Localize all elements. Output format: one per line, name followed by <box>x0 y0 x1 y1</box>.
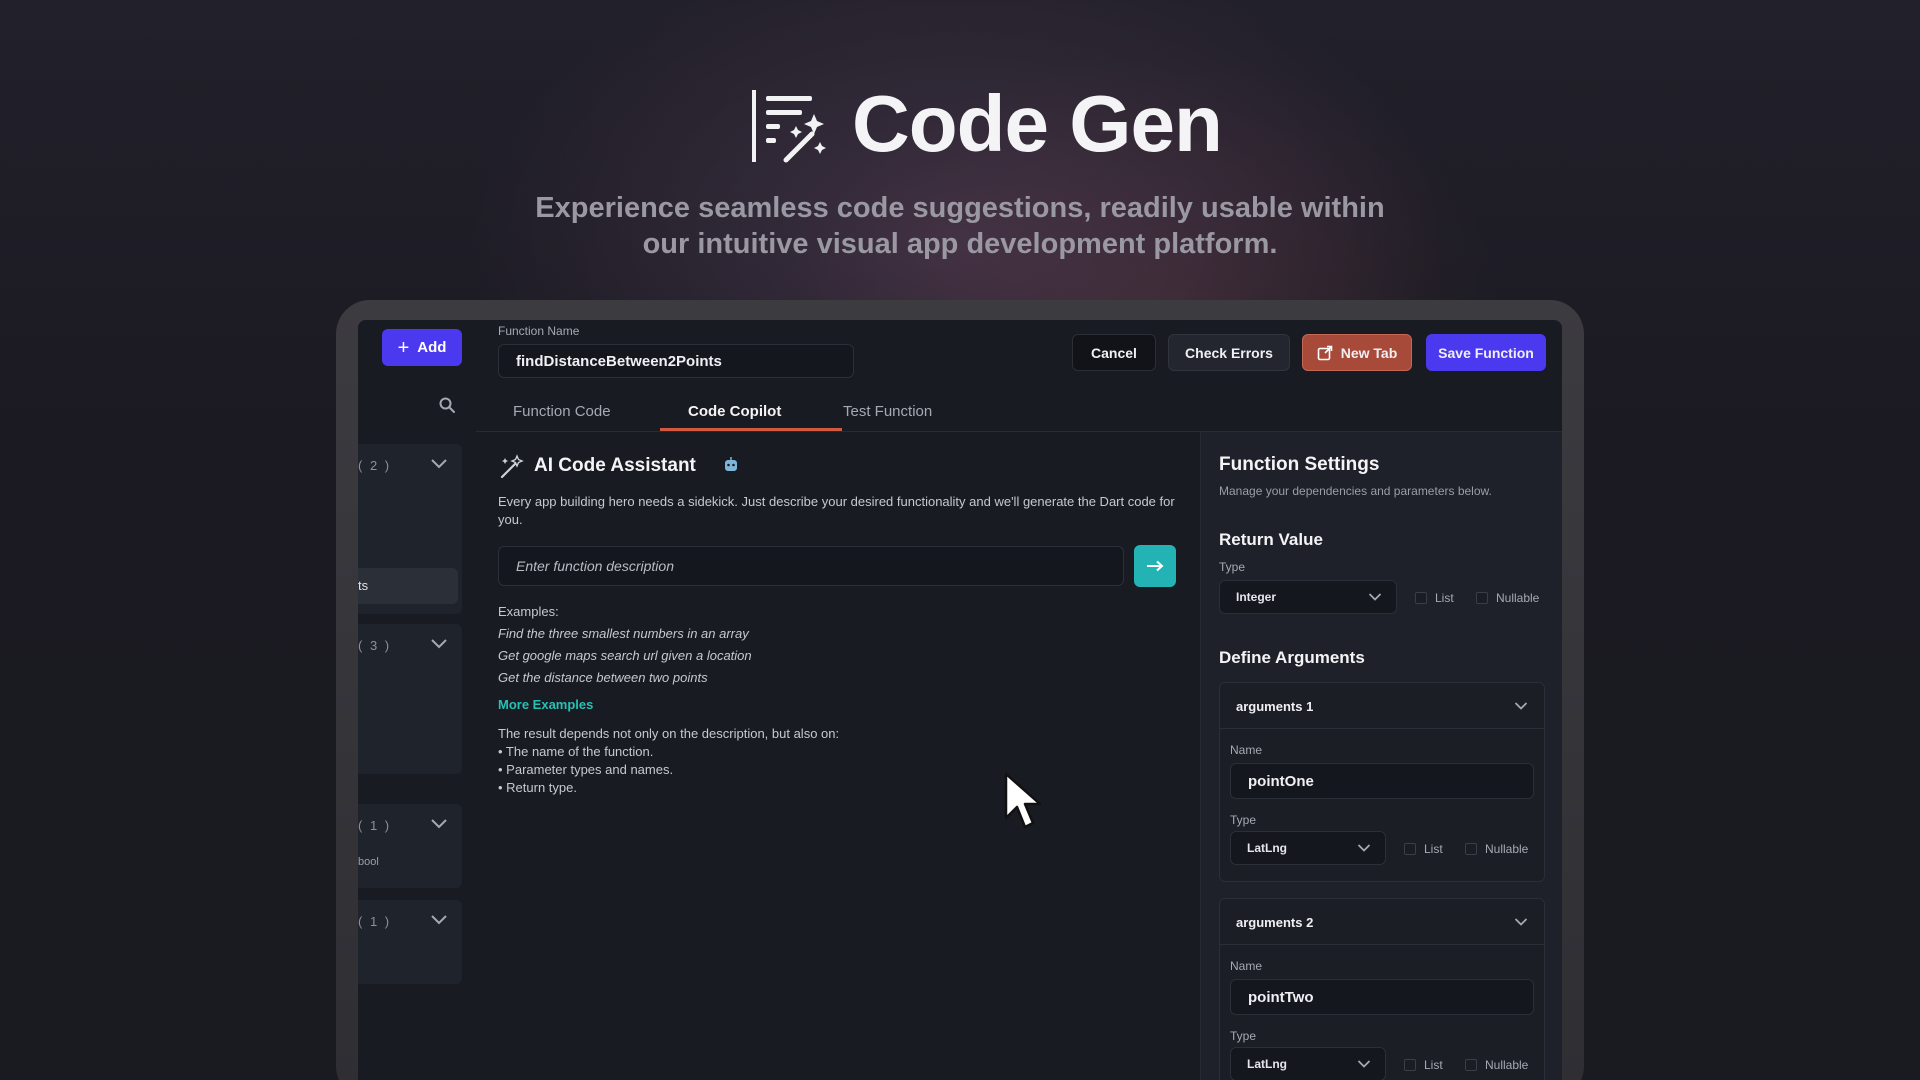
return-nullable-label: Nullable <box>1496 591 1540 605</box>
chevron-down-icon[interactable] <box>430 458 448 470</box>
return-nullable-checkbox[interactable] <box>1476 592 1488 604</box>
assistant-description: Every app building hero needs a sidekick… <box>498 494 1175 527</box>
plus-icon: + <box>397 336 410 359</box>
argument-header[interactable]: arguments 2 <box>1220 899 1544 945</box>
argument-type-select[interactable]: LatLng <box>1230 831 1386 865</box>
argument-card-1: arguments 1 Name pointOne Type LatLng Li… <box>1219 682 1545 882</box>
return-type-value: Integer <box>1236 590 1277 604</box>
arrow-right-icon <box>1147 560 1164 572</box>
assistant-title: AI Code Assistant <box>534 455 696 476</box>
argument-type-value: LatLng <box>1247 1057 1287 1071</box>
argument-header-label: arguments 2 <box>1236 915 1314 930</box>
example-item[interactable]: Find the three smallest numbers in an ar… <box>498 626 749 641</box>
argument-name-label: Name <box>1230 743 1263 757</box>
chevron-down-icon <box>1357 1060 1371 1068</box>
magic-wand-icon <box>500 454 524 479</box>
group-count: ( 1 ) <box>358 818 392 833</box>
code-gen-logo-icon <box>752 90 826 163</box>
argument-type-select[interactable]: LatLng <box>1230 1047 1386 1080</box>
result-note-item: • Return type. <box>498 780 577 795</box>
more-examples-link[interactable]: More Examples <box>498 697 593 712</box>
sidebar-group-4[interactable]: ( 1 ) <box>358 900 462 984</box>
chevron-down-icon[interactable] <box>1514 917 1528 927</box>
robot-icon <box>725 457 737 471</box>
new-tab-button[interactable]: New Tab <box>1302 334 1412 371</box>
add-button[interactable]: + Add <box>382 329 462 366</box>
check-errors-button[interactable]: Check Errors <box>1168 334 1290 371</box>
new-tab-label: New Tab <box>1340 344 1398 361</box>
result-note: The result depends not only on the descr… <box>498 725 839 797</box>
argument-list-checkbox[interactable] <box>1404 1059 1416 1071</box>
argument-list-label: List <box>1424 1058 1443 1072</box>
settings-title: Function Settings <box>1219 454 1380 475</box>
result-note-item: • Parameter types and names. <box>498 762 674 777</box>
example-item[interactable]: Get the distance between two points <box>498 670 708 685</box>
return-type-select[interactable]: Integer <box>1219 580 1397 614</box>
argument-card-2: arguments 2 Name pointTwo Type LatLng Li… <box>1219 898 1545 1080</box>
active-tab-indicator <box>660 428 842 431</box>
cancel-button[interactable]: Cancel <box>1072 334 1156 371</box>
return-list-checkbox[interactable] <box>1415 592 1427 604</box>
chevron-down-icon[interactable] <box>430 914 448 926</box>
argument-nullable-label: Nullable <box>1485 842 1529 856</box>
sidebar-sub-item[interactable]: bool <box>358 856 379 868</box>
argument-type-label: Type <box>1230 813 1257 827</box>
function-name-label: Function Name <box>498 324 580 338</box>
app-screen: + Add ( 2 ) ts ( 3 ) ( 1 ) bool ( 1 ) Fu… <box>358 320 1562 1080</box>
add-button-label: Add <box>417 339 447 356</box>
return-list-label: List <box>1435 591 1454 605</box>
chevron-down-icon[interactable] <box>430 818 448 830</box>
argument-type-label: Type <box>1230 1029 1257 1043</box>
examples-label: Examples: <box>498 604 559 619</box>
sidebar: + Add ( 2 ) ts ( 3 ) ( 1 ) bool ( 1 ) <box>358 320 476 1080</box>
result-note-intro: The result depends not only on the descr… <box>498 726 840 741</box>
sidebar-group-3[interactable]: ( 1 ) bool <box>358 804 462 888</box>
group-count: ( 2 ) <box>358 458 392 473</box>
argument-type-value: LatLng <box>1247 841 1287 855</box>
define-arguments-title: Define Arguments <box>1219 648 1365 667</box>
generate-button[interactable] <box>1134 545 1176 587</box>
hero-subtitle: Experience seamless code suggestions, re… <box>460 190 1460 262</box>
result-note-item: • The name of the function. <box>498 744 654 759</box>
hero-title: Code Gen <box>852 79 1223 168</box>
argument-nullable-checkbox[interactable] <box>1465 843 1477 855</box>
tab-test-function[interactable]: Test Function <box>843 403 932 420</box>
argument-list-checkbox[interactable] <box>1404 843 1416 855</box>
group-count: ( 3 ) <box>358 638 392 653</box>
hero-subtitle-line-1: Experience seamless code suggestions, re… <box>535 192 1385 224</box>
argument-header[interactable]: arguments 1 <box>1220 683 1544 729</box>
mouse-cursor-icon <box>1004 772 1042 829</box>
group-count: ( 1 ) <box>358 914 392 929</box>
argument-name-input[interactable]: pointOne <box>1230 763 1534 799</box>
argument-nullable-checkbox[interactable] <box>1465 1059 1477 1071</box>
function-name-input[interactable]: findDistanceBetween2Points <box>498 344 854 378</box>
external-link-icon <box>1317 345 1333 360</box>
sidebar-item-selected[interactable]: ts <box>358 568 458 604</box>
tab-bar: Function Code Code Copilot Test Function <box>476 390 1562 432</box>
hero-subtitle-line-2: our intuitive visual app development pla… <box>642 228 1278 260</box>
tab-function-code[interactable]: Function Code <box>513 403 611 420</box>
chevron-down-icon <box>1357 844 1371 852</box>
argument-name-input[interactable]: pointTwo <box>1230 979 1534 1015</box>
example-item[interactable]: Get google maps search url given a locat… <box>498 648 752 663</box>
save-function-button[interactable]: Save Function <box>1426 334 1546 371</box>
tab-code-copilot[interactable]: Code Copilot <box>688 403 781 420</box>
chevron-down-icon <box>1368 593 1382 601</box>
argument-nullable-label: Nullable <box>1485 1058 1529 1072</box>
argument-list-label: List <box>1424 842 1443 856</box>
function-settings-panel: Function Settings Manage your dependenci… <box>1200 432 1562 1080</box>
settings-subtitle: Manage your dependencies and parameters … <box>1219 484 1492 498</box>
return-type-label: Type <box>1219 560 1246 574</box>
chevron-down-icon[interactable] <box>1514 701 1528 711</box>
return-value-title: Return Value <box>1219 530 1323 549</box>
search-icon[interactable] <box>438 396 456 414</box>
function-description-input[interactable] <box>498 546 1124 586</box>
argument-header-label: arguments 1 <box>1236 699 1314 714</box>
chevron-down-icon[interactable] <box>430 638 448 650</box>
sidebar-group-2[interactable]: ( 3 ) <box>358 624 462 774</box>
argument-name-label: Name <box>1230 959 1263 973</box>
